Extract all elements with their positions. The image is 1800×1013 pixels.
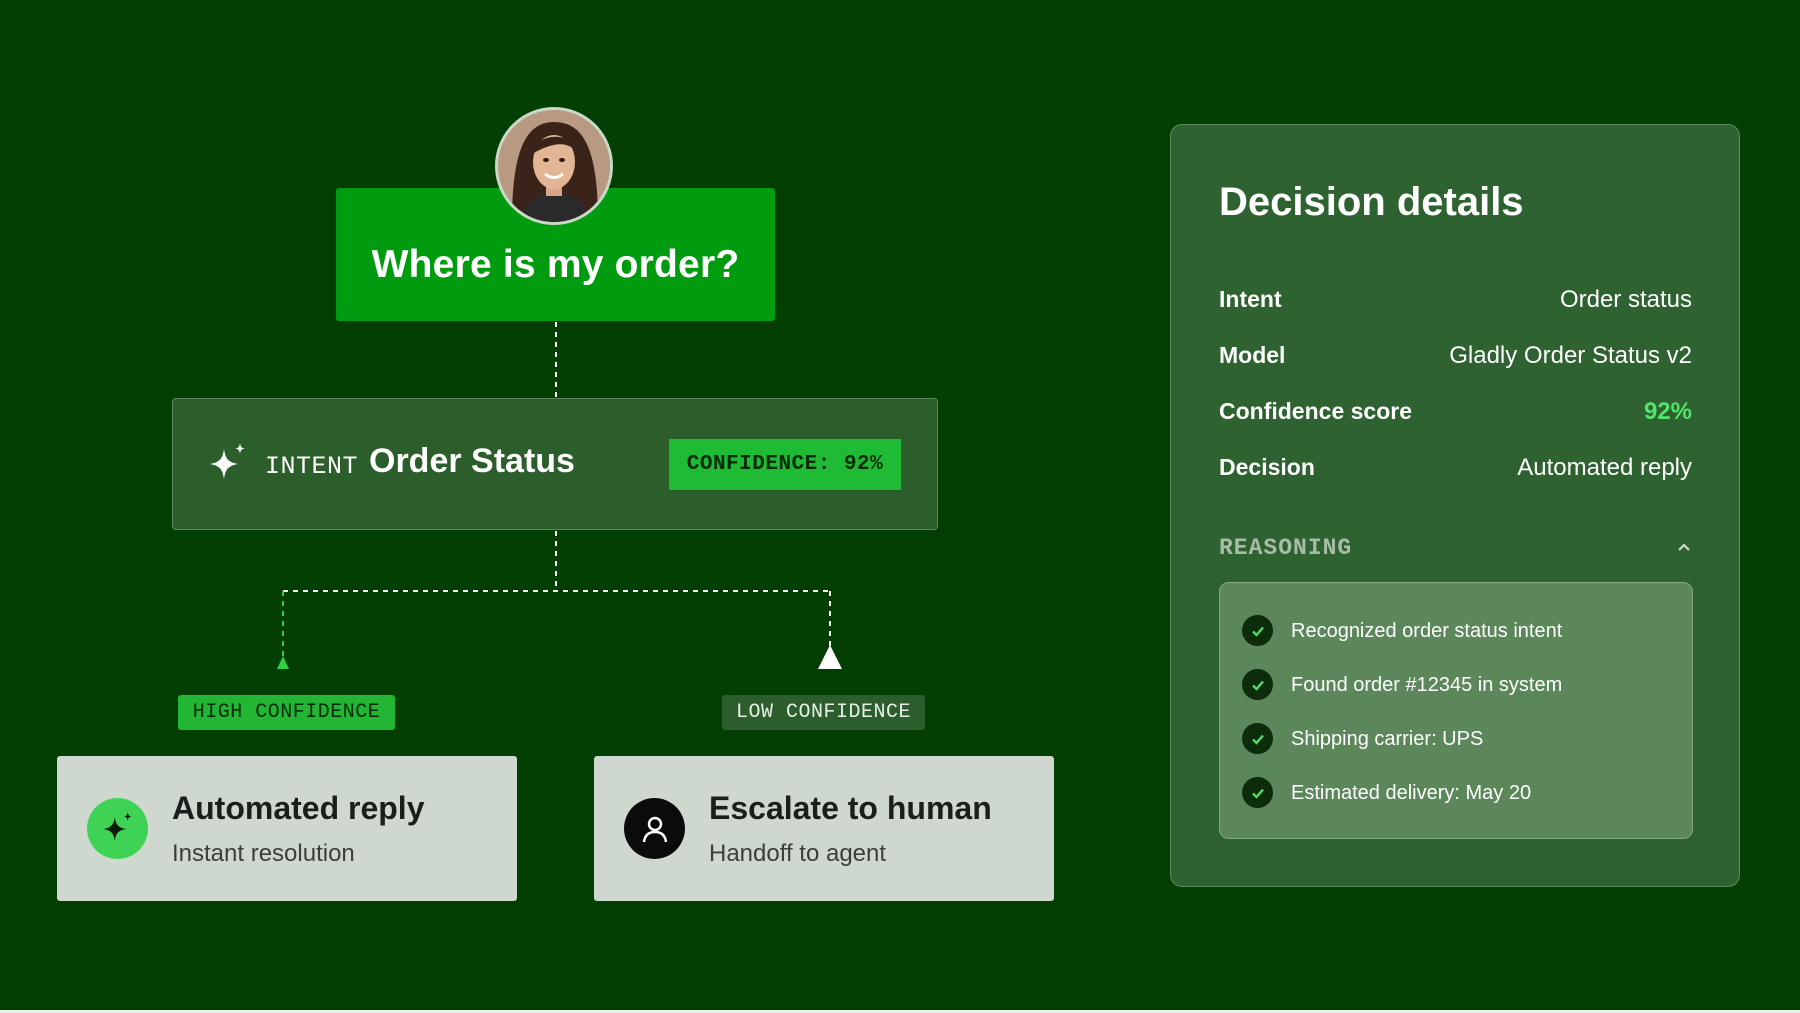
detail-key: Intent xyxy=(1219,286,1282,312)
sparkle-icon xyxy=(210,443,245,479)
detail-value: Automated reply xyxy=(1517,454,1692,481)
confidence-badge: CONFIDENCE: 92% xyxy=(669,439,901,490)
reasoning-header[interactable]: REASONING xyxy=(1219,535,1352,561)
customer-question: Where is my order? xyxy=(371,243,740,286)
detail-row-confidence: Confidence score 92% xyxy=(1219,398,1692,430)
automated-reply-icon-circle xyxy=(87,798,148,859)
escalate-title: Escalate to human xyxy=(709,790,992,826)
detail-key: Model xyxy=(1219,342,1286,368)
reason-text: Recognized order status intent xyxy=(1291,620,1563,642)
detail-row-model: Model Gladly Order Status v2 xyxy=(1219,342,1692,374)
automated-reply-title: Automated reply xyxy=(172,790,425,826)
panel-title: Decision details xyxy=(1219,180,1524,224)
intent-value: Order Status xyxy=(369,442,575,480)
escalate-icon-circle xyxy=(624,798,685,859)
escalate-subtitle: Handoff to agent xyxy=(709,840,887,867)
list-item: Found order #12345 in system xyxy=(1242,669,1672,701)
detail-value: Order status xyxy=(1559,286,1692,313)
detail-value: Gladly Order Status v2 xyxy=(1449,342,1692,369)
check-icon xyxy=(1242,777,1273,808)
sparkle-icon xyxy=(102,811,132,841)
decision-details-panel: Decision details Intent Order status Mod… xyxy=(1170,124,1740,887)
customer-avatar xyxy=(495,107,613,225)
check-icon xyxy=(1242,669,1273,700)
reason-text: Estimated delivery: May 20 xyxy=(1291,782,1532,804)
reason-text: Found order #12345 in system xyxy=(1291,674,1563,696)
intent-label: INTENT xyxy=(265,452,359,481)
low-confidence-tag: LOW CONFIDENCE xyxy=(722,695,925,730)
detail-key: Decision xyxy=(1219,454,1315,480)
detail-row-intent: Intent Order status xyxy=(1219,286,1692,318)
reason-text: Shipping carrier: UPS xyxy=(1291,728,1484,750)
detail-key: Confidence score xyxy=(1219,398,1412,424)
arrow-low xyxy=(818,645,842,669)
arrow-high xyxy=(277,656,289,669)
intent-box: INTENT Order Status CONFIDENCE: 92% xyxy=(172,398,938,530)
automated-reply-subtitle: Instant resolution xyxy=(172,840,355,867)
detail-value: 92% xyxy=(1643,398,1692,425)
list-item: Estimated delivery: May 20 xyxy=(1242,777,1672,809)
list-item: Shipping carrier: UPS xyxy=(1242,723,1672,755)
reasoning-list: Recognized order status intent Found ord… xyxy=(1219,582,1693,839)
list-item: Recognized order status intent xyxy=(1242,615,1672,647)
detail-row-decision: Decision Automated reply xyxy=(1219,454,1692,486)
check-icon xyxy=(1242,723,1273,754)
automated-reply-card: Automated reply Instant resolution xyxy=(57,756,517,901)
user-icon xyxy=(642,816,667,842)
chevron-up-icon[interactable] xyxy=(1676,539,1692,555)
high-confidence-tag: HIGH CONFIDENCE xyxy=(178,695,395,730)
escalate-card: Escalate to human Handoff to agent xyxy=(594,756,1054,901)
check-icon xyxy=(1242,615,1273,646)
